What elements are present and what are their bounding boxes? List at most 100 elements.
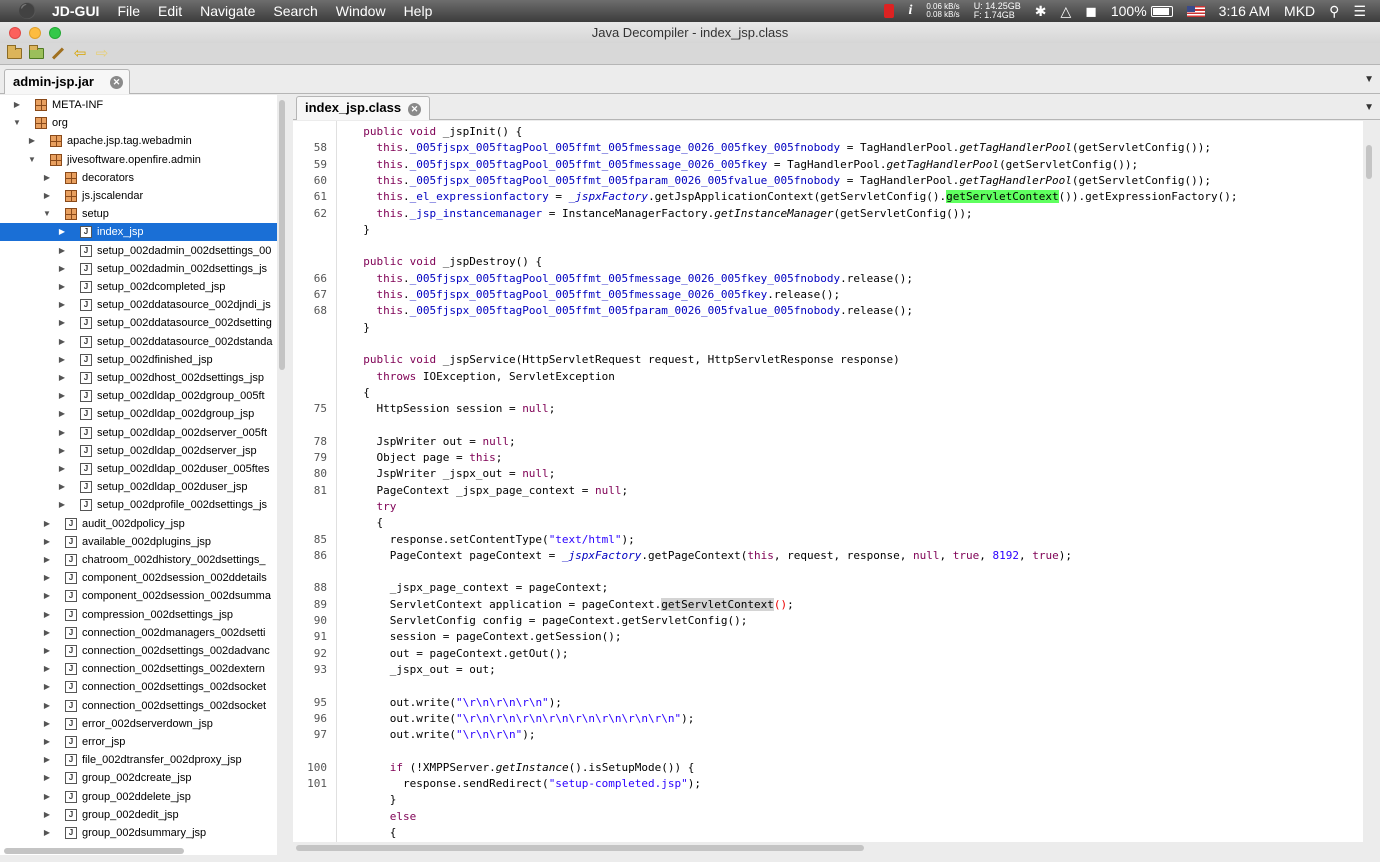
tree-node[interactable]: ▶ Jfile_002dtransfer_002dproxy_jsp (0, 751, 277, 769)
tree-node[interactable]: ▶ Jcomponent_002dsession_002ddetails (0, 569, 277, 587)
close-class-tab-icon[interactable]: ✕ (408, 103, 421, 116)
expand-arrow-icon[interactable]: ▶ (57, 296, 67, 314)
class-tab[interactable]: index_jsp.class ✕ (296, 96, 430, 120)
tree-node[interactable]: ▼ jivesoftware.openfire.admin (0, 151, 277, 169)
tree-node[interactable]: ▶ Jcomponent_002dsession_002dsumma (0, 587, 277, 605)
tree-node[interactable]: ▶ Jerror_jsp (0, 733, 277, 751)
expand-arrow-icon[interactable]: ▶ (42, 551, 52, 569)
open-file-icon[interactable] (6, 45, 22, 61)
archive-tab[interactable]: admin-jsp.jar ✕ (4, 69, 130, 94)
expand-arrow-icon[interactable]: ▶ (57, 260, 67, 278)
apple-icon[interactable]: ⚫ (18, 2, 37, 20)
spotlight-search-icon[interactable]: ⚲ (1329, 3, 1339, 20)
expand-arrow-icon[interactable]: ▶ (57, 369, 67, 387)
editor-tab-list-dropdown-icon[interactable]: ▼ (1364, 102, 1374, 113)
expand-arrow-icon[interactable]: ▶ (42, 697, 52, 715)
tab-list-dropdown-icon[interactable]: ▼ (1364, 74, 1374, 85)
tree-node[interactable]: ▶ Jerror_002dserverdown_jsp (0, 715, 277, 733)
expand-arrow-icon[interactable]: ▶ (42, 769, 52, 787)
tree-node[interactable]: ▶ apache.jsp.tag.webadmin (0, 132, 277, 150)
info-icon[interactable]: i (908, 3, 912, 19)
expand-arrow-icon[interactable]: ▶ (57, 478, 67, 496)
collapse-arrow-icon[interactable]: ▼ (27, 151, 37, 169)
close-window-button[interactable] (9, 27, 21, 39)
tree-node[interactable]: ▶ Jconnection_002dsettings_002dadvanc (0, 642, 277, 660)
tree-node[interactable]: ▶ Jconnection_002dmanagers_002dsetti (0, 624, 277, 642)
tree-node[interactable]: ▶ Jgroup_002dsummary_jsp (0, 824, 277, 842)
minimize-window-button[interactable] (29, 27, 41, 39)
tree-node[interactable]: ▶ Jconnection_002dsettings_002dsocket (0, 697, 277, 715)
expand-arrow-icon[interactable]: ▶ (12, 96, 22, 114)
expand-arrow-icon[interactable]: ▶ (42, 533, 52, 551)
expand-arrow-icon[interactable]: ▶ (57, 242, 67, 260)
tree-node[interactable]: ▶ Jindex_jsp (0, 223, 277, 242)
tree-node[interactable]: ▶ Jsetup_002dprofile_002dsettings_js (0, 496, 277, 514)
code-editor[interactable]: public void _jspInit() {58 this._005fjsp… (293, 121, 1363, 842)
tree-node[interactable]: ▶ Jgroup_002dedit_jsp (0, 806, 277, 824)
tree-node[interactable]: ▶ Jgroup_002ddelete_jsp (0, 788, 277, 806)
zoom-window-button[interactable] (49, 27, 61, 39)
expand-arrow-icon[interactable]: ▶ (42, 169, 52, 187)
wand-icon[interactable] (50, 47, 66, 61)
expand-arrow-icon[interactable]: ▶ (42, 751, 52, 769)
bluetooth-icon[interactable]: ✱ (1035, 3, 1047, 20)
expand-arrow-icon[interactable]: ▶ (57, 496, 67, 514)
tree-node[interactable]: ▶ Jsetup_002dldap_002dgroup_jsp (0, 405, 277, 423)
expand-arrow-icon[interactable]: ▶ (42, 642, 52, 660)
tree-node[interactable]: ▶ Jsetup_002ddatasource_002djndi_js (0, 296, 277, 314)
open-type-icon[interactable] (28, 45, 44, 61)
expand-arrow-icon[interactable]: ▶ (42, 515, 52, 533)
expand-arrow-icon[interactable]: ▶ (27, 132, 37, 150)
expand-arrow-icon[interactable]: ▶ (57, 387, 67, 405)
expand-arrow-icon[interactable]: ▶ (57, 405, 67, 423)
expand-arrow-icon[interactable]: ▶ (42, 187, 52, 205)
memory-stats[interactable]: U: 14.25GB F: 1.74GB (974, 2, 1021, 20)
collapse-arrow-icon[interactable]: ▼ (12, 114, 22, 132)
tree-node[interactable]: ▶ Jgroup_002dcreate_jsp (0, 769, 277, 787)
tree-node[interactable]: ▶ Jsetup_002dcompleted_jsp (0, 278, 277, 296)
tree-node[interactable]: ▶ Jsetup_002dldap_002duser_005ftes (0, 460, 277, 478)
tree-node[interactable]: ▶ Jsetup_002dhost_002dsettings_jsp (0, 369, 277, 387)
menu-window[interactable]: Window (336, 3, 386, 19)
expand-arrow-icon[interactable]: ▶ (57, 460, 67, 478)
menu-search[interactable]: Search (273, 3, 317, 19)
expand-arrow-icon[interactable]: ▶ (57, 314, 67, 332)
tree-node[interactable]: ▶ Jsetup_002dadmin_002dsettings_js (0, 260, 277, 278)
expand-arrow-icon[interactable]: ▶ (42, 678, 52, 696)
tree-node[interactable]: ▶ Jsetup_002dldap_002dgroup_005ft (0, 387, 277, 405)
tree-node[interactable]: ▶ Jcompression_002dsettings_jsp (0, 606, 277, 624)
code-token[interactable]: getServletContext (946, 190, 1059, 204)
code-token[interactable]: getServletContext (661, 597, 774, 611)
tree-node[interactable]: ▶ Jsetup_002dldap_002dserver_005ft (0, 424, 277, 442)
tree-node[interactable]: ▶ Jsetup_002ddatasource_002dsetting (0, 314, 277, 332)
wifi-icon[interactable]: △ (1060, 3, 1071, 20)
expand-arrow-icon[interactable]: ▶ (42, 824, 52, 842)
tree-node[interactable]: ▼ org (0, 114, 277, 132)
network-stats[interactable]: 0.06 kB/s 0.08 kB/s (926, 3, 959, 19)
close-archive-tab-icon[interactable]: ✕ (110, 76, 123, 89)
editor-vertical-scrollbar[interactable] (1366, 145, 1372, 179)
menu-file[interactable]: File (117, 3, 140, 19)
tree-node[interactable]: ▶ Jsetup_002dldap_002duser_jsp (0, 478, 277, 496)
menu-edit[interactable]: Edit (158, 3, 182, 19)
red-app-icon[interactable] (884, 4, 895, 18)
expand-arrow-icon[interactable]: ▶ (42, 569, 52, 587)
notification-center-icon[interactable]: ☰ (1353, 3, 1366, 20)
back-arrow-icon[interactable]: ⇦ (72, 46, 88, 61)
tree-node[interactable]: ▶ Jsetup_002ddatasource_002dstanda (0, 333, 277, 351)
tree-node[interactable]: ▶ META-INF (0, 96, 277, 114)
tree-node[interactable]: ▼ setup (0, 205, 277, 223)
expand-arrow-icon[interactable]: ▶ (42, 606, 52, 624)
expand-arrow-icon[interactable]: ▶ (57, 223, 67, 241)
forward-arrow-icon[interactable]: ⇨ (94, 46, 110, 61)
app-name-menu[interactable]: JD-GUI (52, 3, 99, 19)
tree-node[interactable]: ▶ Jchatroom_002dhistory_002dsettings_ (0, 551, 277, 569)
tree-node[interactable]: ▶ Jsetup_002dadmin_002dsettings_00 (0, 242, 277, 260)
us-flag-icon[interactable] (1186, 5, 1205, 17)
expand-arrow-icon[interactable]: ▶ (57, 424, 67, 442)
battery-status[interactable]: 100% (1111, 3, 1173, 19)
menu-navigate[interactable]: Navigate (200, 3, 255, 19)
expand-arrow-icon[interactable]: ▶ (42, 715, 52, 733)
tree-node[interactable]: ▶ Jconnection_002dsettings_002dextern (0, 660, 277, 678)
tree-vertical-scrollbar[interactable] (279, 100, 285, 370)
